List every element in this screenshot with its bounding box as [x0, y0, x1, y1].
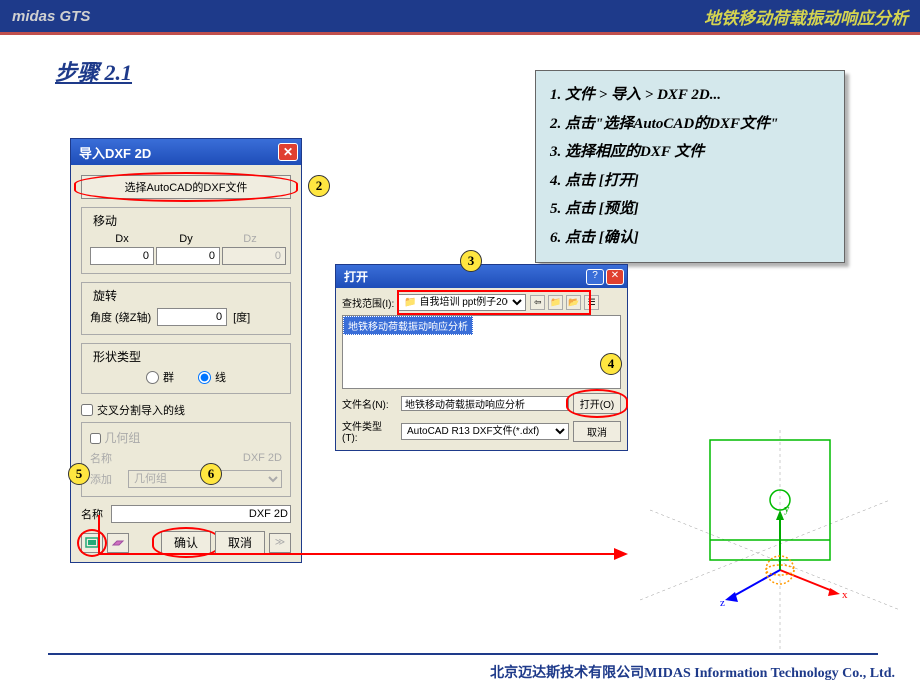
svg-text:x: x [842, 589, 848, 601]
rotate-legend: 旋转 [90, 287, 120, 304]
info-step-2: 2. 点击"选择AutoCAD的DXF文件" [550, 110, 830, 139]
rotate-input[interactable] [157, 308, 227, 326]
step-title: 步骤 2.1 [55, 55, 132, 87]
dialog2-titlebar[interactable]: 打开 ? ✕ [336, 265, 627, 288]
geo-name-value: DXF 2D [128, 452, 282, 464]
arrow-head-icon [614, 548, 628, 560]
newfolder-icon[interactable]: 📂 [566, 295, 581, 310]
app-name: midas GTS [12, 8, 90, 25]
header-subtitle: 地铁移动荷载振动响应分析 [704, 4, 908, 29]
erase-icon[interactable] [107, 533, 129, 553]
shape-legend: 形状类型 [90, 348, 144, 365]
cross-split-checkbox[interactable] [81, 404, 93, 416]
3d-viewport: x y z [640, 430, 910, 650]
filetype-select[interactable]: AutoCAD R13 DXF文件(*.dxf) [401, 423, 569, 440]
up-icon[interactable]: 📁 [548, 295, 563, 310]
close-icon[interactable]: ✕ [606, 269, 624, 285]
badge-4: 4 [600, 353, 622, 375]
dz-label: Dz [218, 233, 282, 245]
svg-text:y: y [784, 503, 790, 515]
badge-6: 6 [200, 463, 222, 485]
open-button[interactable]: 打开(O) [573, 393, 621, 414]
shape-line-radio[interactable]: 线 [198, 369, 226, 385]
dialog1-titlebar[interactable]: 导入DXF 2D ✕ [71, 139, 301, 165]
geo-fieldset: 几何组 名称 DXF 2D 添加 几何组 [81, 422, 291, 497]
info-step-4: 4. 点击 [打开] [550, 167, 830, 196]
rotate-fieldset: 旋转 角度 (绕Z轴) [度] [81, 282, 291, 335]
close-icon[interactable]: ✕ [278, 143, 298, 161]
info-step-3: 3. 选择相应的DXF 文件 [550, 138, 830, 167]
info-step-5: 5. 点击 [预览] [550, 195, 830, 224]
arrow-h [98, 553, 618, 555]
file-item[interactable]: 地铁移动荷载振动响应分析 [343, 316, 473, 335]
filetype-label: 文件类型(T): [342, 418, 397, 444]
dz-input [222, 247, 286, 265]
dialog1-title: 导入DXF 2D [79, 143, 151, 162]
filename-input[interactable] [401, 396, 569, 411]
rotate-label: 角度 (绕Z轴) [90, 309, 151, 325]
dx-label: Dx [90, 233, 154, 245]
badge-5: 5 [68, 463, 90, 485]
ok-button[interactable]: 确认 [161, 531, 211, 554]
select-dxf-button[interactable]: 选择AutoCAD的DXF文件 [81, 175, 291, 199]
cancel-button[interactable]: 取消 [215, 531, 265, 554]
arrow-v [98, 515, 100, 555]
help-icon[interactable]: ? [586, 269, 604, 285]
dialog2-title: 打开 [344, 268, 368, 285]
badge-3: 3 [460, 250, 482, 272]
cross-split-label: 交叉分割导入的线 [97, 402, 185, 418]
header: midas GTS 地铁移动荷载振动响应分析 [0, 0, 920, 32]
shape-group-radio[interactable]: 群 [146, 369, 174, 385]
badge-2: 2 [308, 175, 330, 197]
shape-fieldset: 形状类型 群 线 [81, 343, 291, 394]
expand-icon[interactable]: ≫ [269, 533, 291, 553]
move-legend: 移动 [90, 212, 120, 229]
footer-divider [48, 653, 878, 655]
import-dxf-dialog: 导入DXF 2D ✕ 选择AutoCAD的DXF文件 移动 Dx Dy Dz 旋… [70, 138, 302, 563]
lookin-label: 查找范围(I): [342, 295, 394, 310]
back-icon[interactable]: ⇦ [530, 295, 545, 310]
lookin-select[interactable]: 📁 自我培训 ppt例子200803 [398, 294, 526, 311]
svg-text:z: z [720, 597, 725, 609]
dy-label: Dy [154, 233, 218, 245]
header-divider [0, 32, 920, 35]
info-step-6: 6. 点击 [确认] [550, 224, 830, 253]
footer-text: 北京迈达斯技术有限公司MIDAS Information Technology … [0, 662, 920, 682]
move-fieldset: 移动 Dx Dy Dz [81, 207, 291, 274]
views-icon[interactable]: ☰ [584, 295, 599, 310]
file-cancel-button[interactable]: 取消 [573, 421, 621, 442]
geo-add-label: 添加 [90, 471, 118, 487]
info-step-1: 1. 文件 > 导入 > DXF 2D... [550, 81, 830, 110]
geo-checkbox[interactable] [90, 433, 101, 444]
dx-input[interactable] [90, 247, 154, 265]
name-input[interactable] [111, 505, 291, 523]
open-file-dialog: 打开 ? ✕ 查找范围(I): 📁 自我培训 ppt例子200803 ⇦ 📁 📂… [335, 264, 628, 451]
geo-name-label: 名称 [90, 450, 118, 466]
file-list[interactable]: 地铁移动荷载振动响应分析 [342, 315, 621, 389]
rotate-unit: [度] [233, 309, 250, 325]
info-box: 1. 文件 > 导入 > DXF 2D... 2. 点击"选择AutoCAD的D… [535, 70, 845, 263]
geo-legend: 几何组 [104, 431, 140, 445]
filename-label: 文件名(N): [342, 396, 397, 411]
dy-input[interactable] [156, 247, 220, 265]
